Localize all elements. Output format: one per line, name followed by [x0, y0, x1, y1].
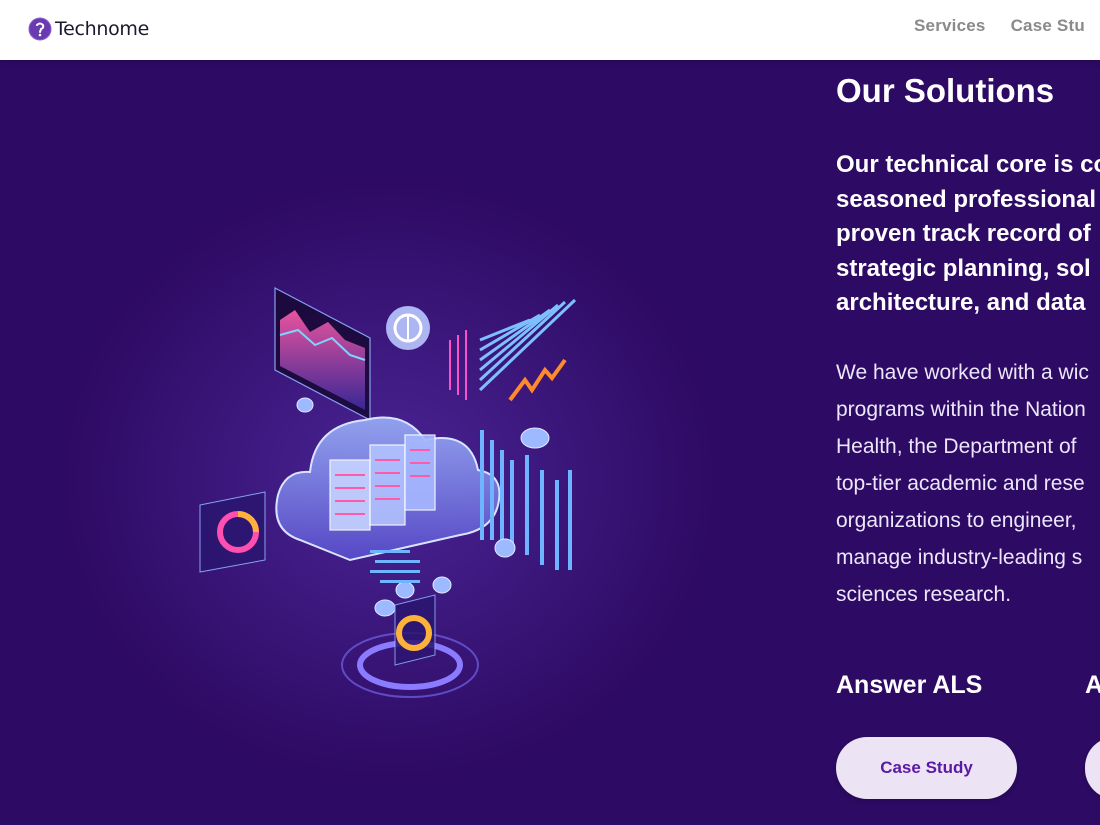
lead-line: strategic planning, sol: [836, 254, 1091, 282]
solutions-section: Our Solutions Our technical core is co s…: [0, 60, 1100, 825]
project-title-second: A: [1085, 671, 1100, 699]
logo[interactable]: Technome: [28, 15, 149, 43]
nav-link-case-studies[interactable]: Case Stu: [1011, 16, 1085, 36]
body-paragraph: We have worked with a wic programs withi…: [836, 354, 1089, 613]
body-line: We have worked with a wic: [836, 361, 1089, 384]
donut-panel-left: [199, 491, 266, 573]
logo-text: Technome: [55, 18, 150, 40]
bottom-ring: [341, 594, 479, 698]
logo-icon: [28, 17, 52, 41]
cloud-shape: [275, 416, 501, 562]
lead-line: Our technical core is co: [836, 151, 1100, 178]
body-line: top-tier academic and rese: [836, 472, 1085, 495]
lead-line: proven track record of: [836, 220, 1091, 247]
main-nav: Services Case Stu: [914, 16, 1100, 36]
cloud-data-illustration: [199, 287, 577, 698]
body-line: organizations to engineer,: [836, 509, 1077, 532]
project-title-answer-als: Answer ALS: [836, 671, 983, 699]
top-navigation-bar: Technome Services Case Stu: [0, 0, 1100, 60]
body-line: manage industry-leading s: [836, 546, 1083, 569]
body-line: programs within the Nation: [836, 398, 1086, 421]
lead-line: seasoned professional: [836, 185, 1097, 213]
stripe-lines: [478, 298, 577, 392]
section-title: Our Solutions: [836, 72, 1055, 109]
body-line: Health, the Department of: [836, 435, 1077, 458]
lead-paragraph: Our technical core is co seasoned profes…: [836, 148, 1100, 321]
case-study-button[interactable]: Case Study: [836, 737, 1017, 799]
nav-link-services[interactable]: Services: [914, 16, 986, 36]
area-chart-panel: [274, 287, 371, 421]
lead-line: architecture, and data: [836, 289, 1086, 316]
data-bars: [480, 430, 572, 570]
body-line: sciences research.: [836, 583, 1012, 606]
case-study-button-second[interactable]: [1085, 737, 1100, 799]
